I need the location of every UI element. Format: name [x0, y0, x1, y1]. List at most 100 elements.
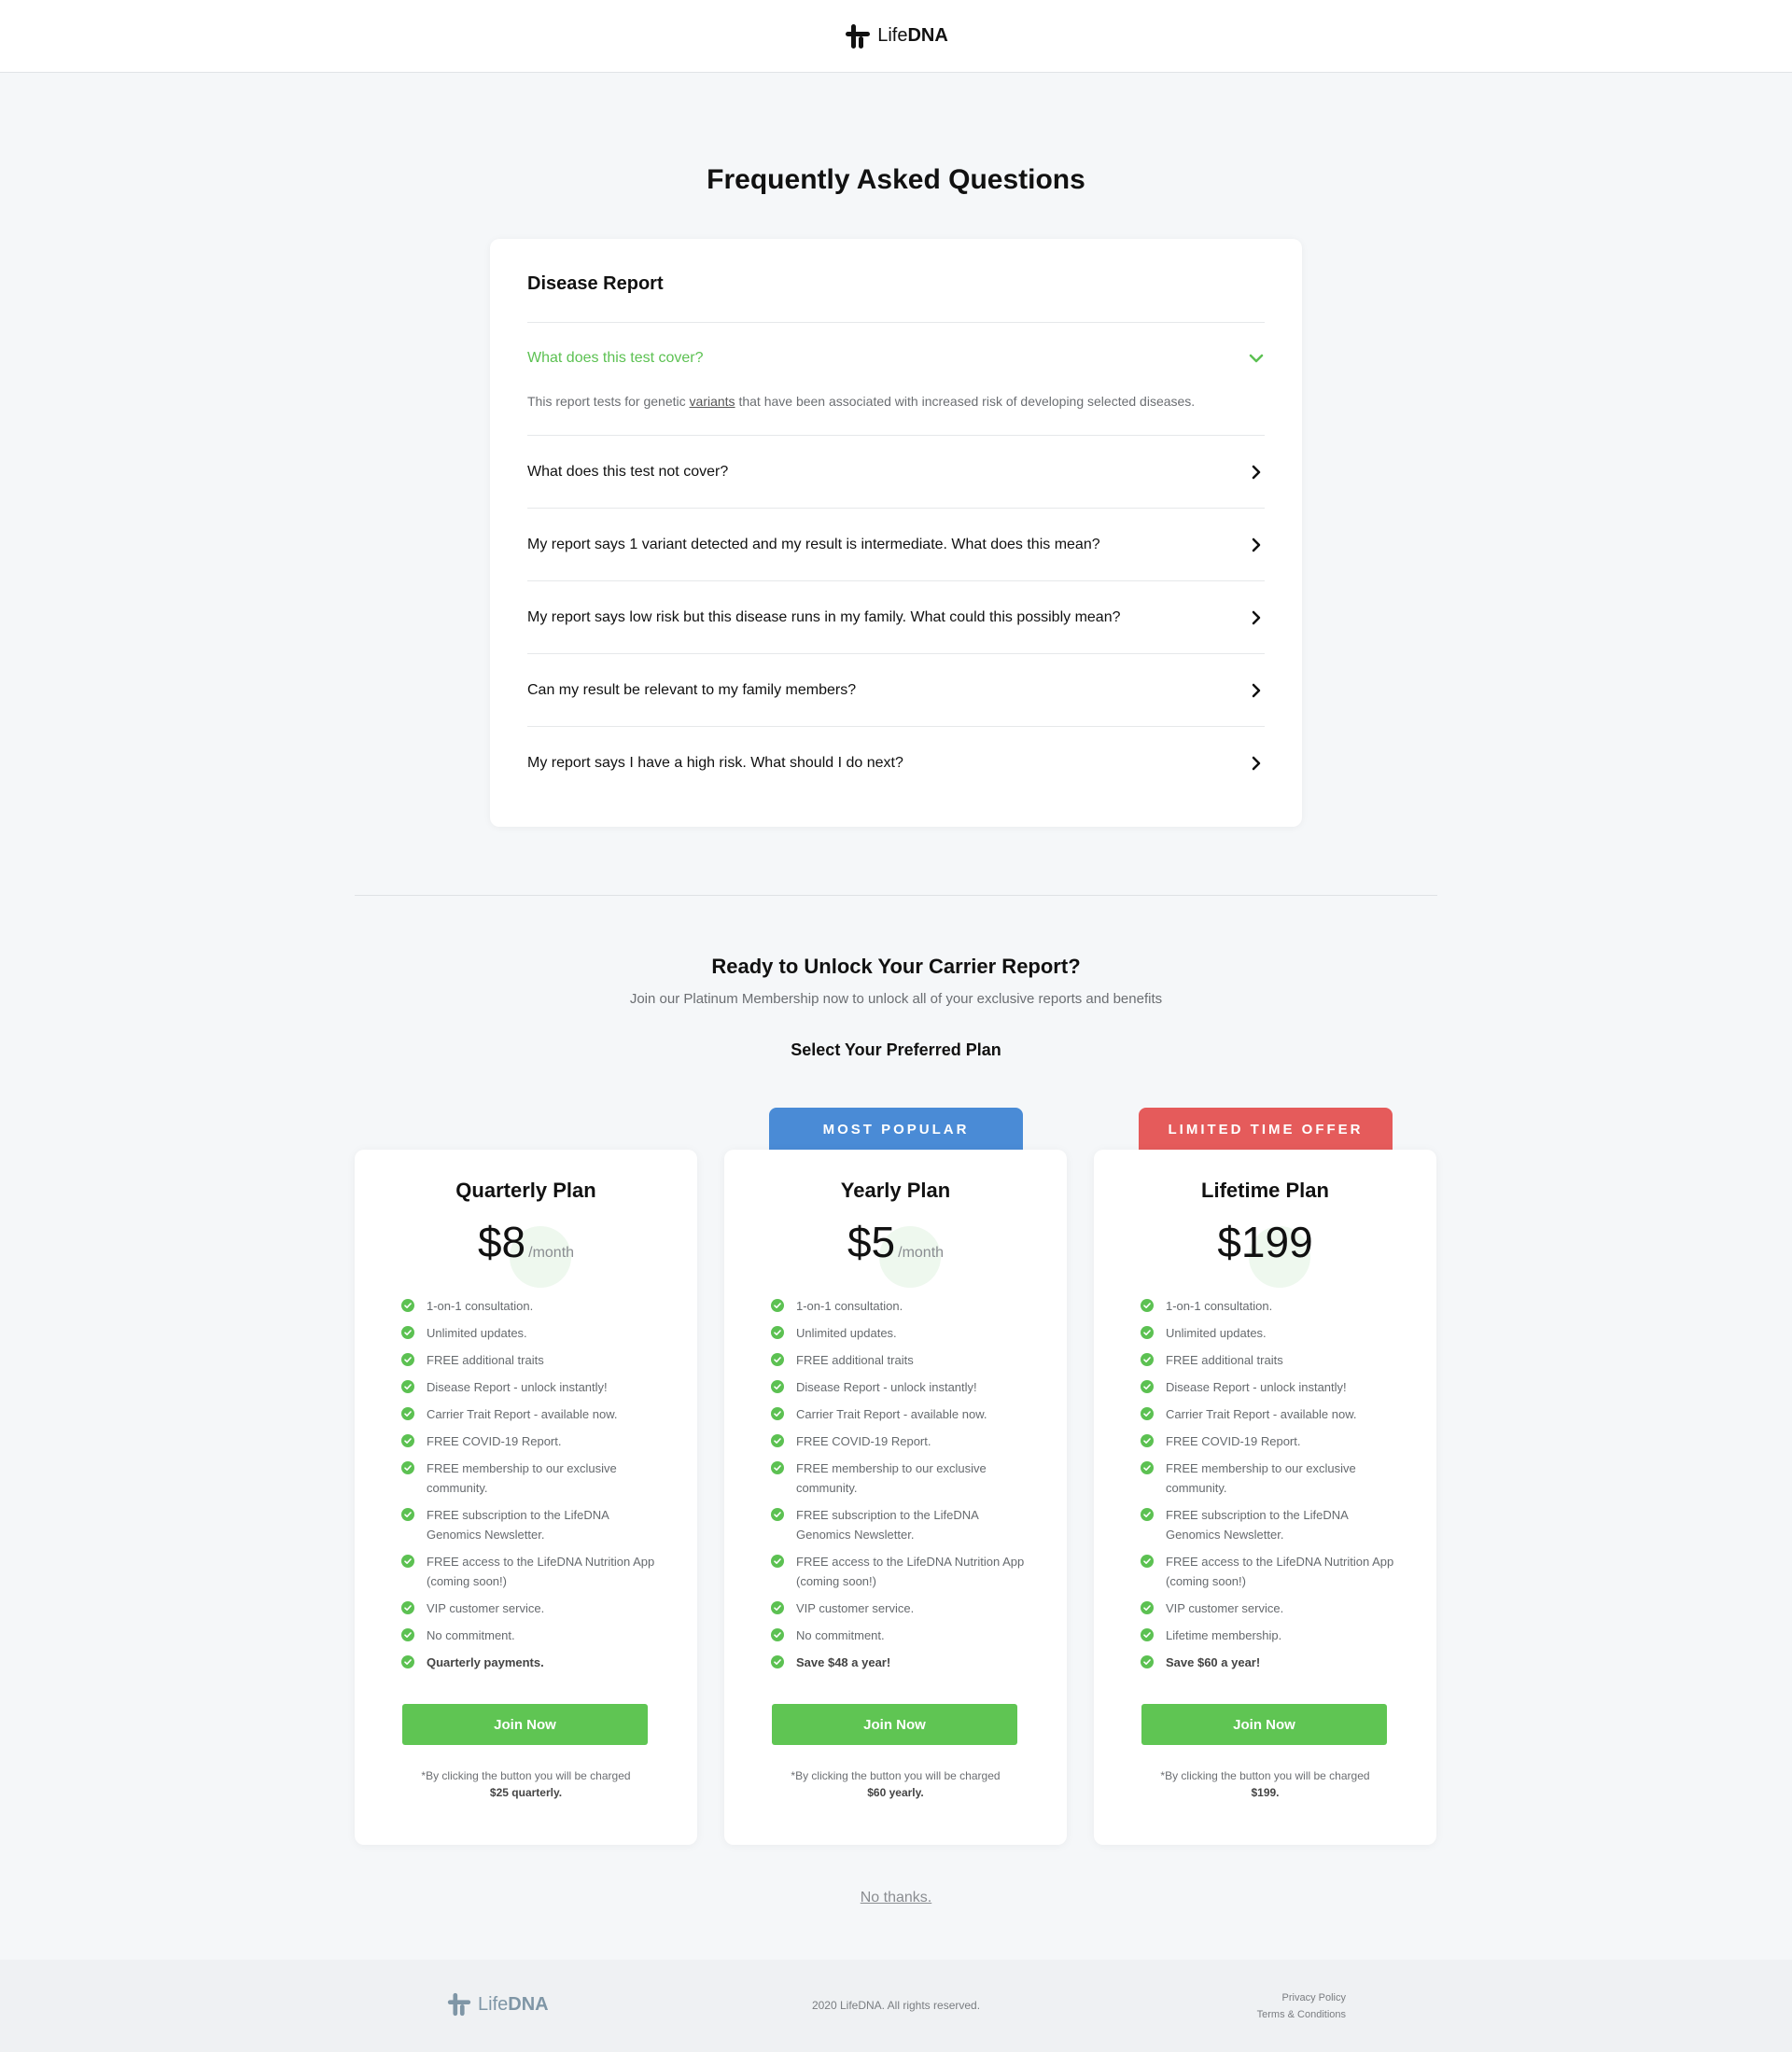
feature-item: FREE access to the LifeDNA Nutrition App… — [401, 1552, 663, 1591]
check-circle-icon — [1141, 1353, 1154, 1366]
faq-question-text: My report says I have a high risk. What … — [527, 754, 903, 771]
feature-text: No commitment. — [427, 1628, 515, 1642]
no-thanks-link[interactable]: No thanks. — [0, 1890, 1792, 1906]
top-header: LifeDNA — [0, 0, 1792, 73]
check-circle-icon — [401, 1461, 414, 1474]
feature-item: FREE membership to our exclusive communi… — [1141, 1459, 1402, 1498]
join-now-button[interactable]: Join Now — [402, 1704, 648, 1745]
faq-question-text: My report says low risk but this disease… — [527, 608, 1121, 625]
feature-item: FREE additional traits — [771, 1350, 1032, 1370]
feature-text: FREE additional traits — [1166, 1353, 1283, 1367]
privacy-policy-link[interactable]: Privacy Policy — [1257, 1989, 1346, 2006]
check-circle-icon — [771, 1508, 784, 1521]
charge-note-text: *By clicking the button you will be char… — [791, 1769, 1001, 1782]
price-amount: $5 — [847, 1218, 896, 1266]
feature-item: Unlimited updates. — [401, 1323, 663, 1343]
faq-question[interactable]: What does this test not cover? — [527, 436, 1265, 508]
feature-text: FREE access to the LifeDNA Nutrition App… — [427, 1555, 655, 1588]
check-circle-icon — [1141, 1326, 1154, 1339]
faq-item: My report says I have a high risk. What … — [527, 727, 1265, 799]
chevron-right-icon — [1252, 756, 1261, 770]
feature-text: FREE access to the LifeDNA Nutrition App… — [1166, 1555, 1394, 1588]
charge-amount: $25 quarterly. — [489, 1786, 563, 1799]
charge-note-text: *By clicking the button you will be char… — [1160, 1769, 1370, 1782]
feature-item: Save $48 a year! — [771, 1653, 1032, 1672]
feature-item: Carrier Trait Report - available now. — [401, 1404, 663, 1424]
check-circle-icon — [771, 1353, 784, 1366]
check-circle-icon — [401, 1326, 414, 1339]
plan-price: $199 — [1094, 1217, 1436, 1267]
feature-text: FREE subscription to the LifeDNA Genomic… — [427, 1508, 609, 1542]
feature-text: VIP customer service. — [427, 1601, 545, 1615]
check-circle-icon — [771, 1407, 784, 1420]
logo-text-bold: DNA — [907, 25, 948, 46]
feature-text: No commitment. — [796, 1628, 885, 1642]
faq-answer: This report tests for genetic variants t… — [527, 390, 1265, 435]
check-circle-icon — [771, 1380, 784, 1393]
feature-text: FREE membership to our exclusive communi… — [1166, 1461, 1356, 1495]
plan-card-lifetime: Lifetime Plan $199 1-on-1 consultation. Unl… — [1094, 1150, 1436, 1845]
select-plan-heading: Select Your Preferred Plan — [791, 1040, 1001, 1059]
footer: LifeDNA 2020 LifeDNA. All rights reserve… — [0, 1960, 1792, 2052]
terms-conditions-link[interactable]: Terms & Conditions — [1257, 2006, 1346, 2023]
feature-text: Unlimited updates. — [1166, 1326, 1267, 1340]
faq-question-text: My report says 1 variant detected and my… — [527, 536, 1100, 552]
faq-question-open[interactable]: What does this test cover? — [527, 323, 1265, 394]
feature-text: Carrier Trait Report - available now. — [796, 1407, 987, 1421]
dna-logo-icon — [846, 23, 871, 49]
price-amount: $199 — [1217, 1218, 1313, 1266]
feature-item: FREE membership to our exclusive communi… — [771, 1459, 1032, 1498]
plan-name: Lifetime Plan — [1201, 1179, 1329, 1202]
faq-question[interactable]: My report says 1 variant detected and my… — [527, 509, 1265, 580]
feature-list: 1-on-1 consultation. Unlimited updates. FR… — [771, 1296, 1032, 1680]
join-now-button[interactable]: Join Now — [1141, 1704, 1387, 1745]
chevron-right-icon — [1252, 610, 1261, 624]
feature-text: Save $48 a year! — [796, 1655, 891, 1669]
plan-price: $5/month — [724, 1217, 1067, 1267]
feature-text: FREE subscription to the LifeDNA Genomic… — [796, 1508, 979, 1542]
feature-text: FREE subscription to the LifeDNA Genomic… — [1166, 1508, 1349, 1542]
feature-text: FREE COVID-19 Report. — [796, 1434, 931, 1448]
price-amount: $8 — [477, 1218, 526, 1266]
chevron-down-icon — [1249, 354, 1264, 363]
feature-item: Quarterly payments. — [401, 1653, 663, 1672]
feature-item: FREE COVID-19 Report. — [1141, 1431, 1402, 1451]
feature-text: Carrier Trait Report - available now. — [427, 1407, 618, 1421]
check-circle-icon — [401, 1407, 414, 1420]
feature-text: VIP customer service. — [796, 1601, 915, 1615]
feature-text: Unlimited updates. — [796, 1326, 897, 1340]
feature-text: Save $60 a year! — [1166, 1655, 1261, 1669]
limited-offer-ribbon: LIMITED TIME OFFER — [1139, 1108, 1393, 1151]
charge-note-text: *By clicking the button you will be char… — [421, 1769, 631, 1782]
charge-note: *By clicking the button you will be char… — [411, 1767, 641, 1801]
feature-text: 1-on-1 consultation. — [1166, 1299, 1273, 1313]
check-circle-icon — [771, 1299, 784, 1312]
feature-item: VIP customer service. — [771, 1598, 1032, 1618]
check-circle-icon — [771, 1461, 784, 1474]
feature-text: FREE COVID-19 Report. — [427, 1434, 562, 1448]
variants-link[interactable]: variants — [690, 394, 735, 409]
faq-question[interactable]: My report says low risk but this disease… — [527, 581, 1265, 653]
check-circle-icon — [401, 1655, 414, 1668]
faq-question[interactable]: My report says I have a high risk. What … — [527, 727, 1265, 799]
charge-note: *By clicking the button you will be char… — [1150, 1767, 1380, 1801]
faq-item: What does this test cover? This report t… — [527, 323, 1265, 436]
faq-question-text: What does this test cover? — [527, 350, 704, 366]
join-now-button[interactable]: Join Now — [772, 1704, 1017, 1745]
feature-text: Unlimited updates. — [427, 1326, 527, 1340]
plan-card-yearly: Yearly Plan $5/month 1-on-1 consultation. U… — [724, 1150, 1067, 1845]
lifedna-logo[interactable]: LifeDNA — [844, 22, 948, 50]
check-circle-icon — [771, 1628, 784, 1641]
charge-amount: $199. — [1251, 1786, 1280, 1799]
feature-text: 1-on-1 consultation. — [427, 1299, 534, 1313]
faq-question[interactable]: Can my result be relevant to my family m… — [527, 654, 1265, 726]
check-circle-icon — [1141, 1508, 1154, 1521]
check-circle-icon — [771, 1555, 784, 1568]
feature-item: FREE COVID-19 Report. — [401, 1431, 663, 1451]
check-circle-icon — [401, 1353, 414, 1366]
check-circle-icon — [401, 1555, 414, 1568]
charge-amount: $60 yearly. — [867, 1786, 924, 1799]
charge-note: *By clicking the button you will be char… — [780, 1767, 1011, 1801]
feature-text: FREE access to the LifeDNA Nutrition App… — [796, 1555, 1025, 1588]
feature-item: Disease Report - unlock instantly! — [771, 1377, 1032, 1397]
